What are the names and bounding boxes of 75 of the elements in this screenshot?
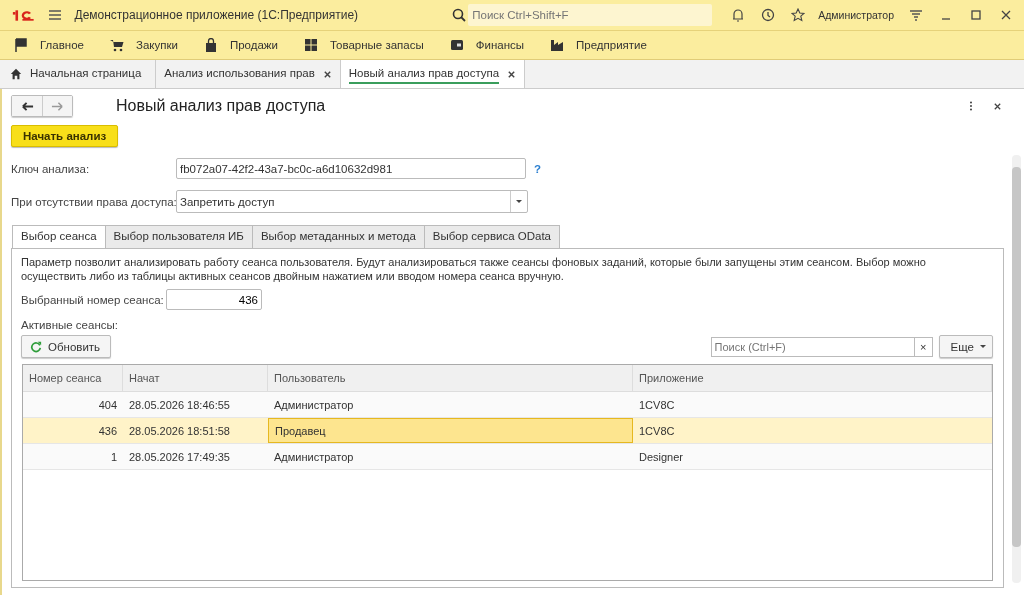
history-icon[interactable] xyxy=(761,8,776,22)
table-cell-text: 28.05.2026 18:51:58 xyxy=(128,423,231,439)
table-cell-text: 1CV8C xyxy=(638,397,676,413)
field-label: При отсутствии права доступа: xyxy=(11,195,176,208)
table-cell-text: Администратор xyxy=(273,449,355,465)
table-cell-text: 1CV8C xyxy=(638,423,676,439)
maximize-icon[interactable] xyxy=(969,8,983,22)
star-icon[interactable] xyxy=(791,8,806,22)
grid-icon xyxy=(303,38,318,52)
table-cell: Продавец xyxy=(268,418,633,443)
settings-menu-icon[interactable] xyxy=(909,8,923,22)
table-cell-text: 436 xyxy=(97,423,118,439)
table-cell-text: Администратор xyxy=(273,397,355,413)
table-row[interactable]: 1 28.05.2026 17:49:35 Администратор Designer xyxy=(23,444,992,470)
section-link[interactable]: Товарные запасы xyxy=(329,39,424,51)
section-link[interactable]: Продажи xyxy=(229,39,278,51)
table-cell-text: 28.05.2026 17:49:35 xyxy=(128,449,231,465)
table-row[interactable]: 404 28.05.2026 18:46:55 Администратор 1CV8C xyxy=(23,392,992,418)
logo-icon xyxy=(12,8,35,22)
help-link[interactable]: ? xyxy=(534,162,542,175)
clear-button[interactable]: × xyxy=(914,336,933,357)
search-field[interactable]: Поиск Ctrl+Shift+F xyxy=(468,4,713,26)
dropdown-icon xyxy=(516,200,522,203)
cart-icon xyxy=(109,38,124,52)
table-search-field[interactable]: Поиск (Ctrl+F) xyxy=(710,336,915,357)
session-number-field[interactable]: 436 xyxy=(166,289,262,310)
back-button[interactable] xyxy=(12,96,42,116)
user-name[interactable]: Администратор xyxy=(818,9,894,21)
form-title: Новый анализ прав доступа xyxy=(116,97,326,115)
dropdown-icon xyxy=(980,345,986,348)
form-tab[interactable]: Выбор метаданных и метода xyxy=(252,225,425,249)
access-dropdown[interactable]: Запретить доступ xyxy=(176,190,528,213)
column-header[interactable]: Начат xyxy=(123,365,268,391)
open-tab[interactable]: Новый анализ прав доступа xyxy=(340,60,526,88)
section-link[interactable]: Предприятие xyxy=(576,39,647,51)
section-label: Активные сеансы: xyxy=(21,319,119,331)
table-cell-text: 28.05.2026 18:46:55 xyxy=(128,397,231,413)
key-field[interactable]: fb072a07-42f2-43a7-bc0c-a6d10632d981 xyxy=(176,158,526,179)
form-tab[interactable]: Выбор сеанса xyxy=(12,225,106,249)
bell-icon[interactable] xyxy=(731,8,746,22)
close-icon[interactable] xyxy=(507,69,517,79)
bag-icon xyxy=(203,38,218,52)
section-link[interactable]: Закупки xyxy=(135,39,178,51)
field-label: Ключ анализа: xyxy=(11,162,91,175)
open-tab[interactable]: Анализ использования прав xyxy=(156,60,341,88)
wallet-icon xyxy=(449,38,464,52)
table-cell-text: 404 xyxy=(97,397,118,413)
section-link[interactable]: Финансы xyxy=(475,39,524,51)
refresh-button[interactable]: Обновить xyxy=(21,335,112,358)
refresh-icon xyxy=(30,340,42,353)
field-label: Выбранный номер сеанса: xyxy=(21,293,165,306)
form-tab[interactable]: Выбор пользователя ИБ xyxy=(105,225,253,249)
column-header[interactable]: Номер сеанса xyxy=(23,365,123,391)
close-icon[interactable] xyxy=(999,8,1013,22)
close-icon[interactable] xyxy=(993,101,1002,111)
table-row[interactable]: 436 28.05.2026 18:51:58 Продавец 1CV8C xyxy=(23,418,992,444)
factory-icon xyxy=(550,38,564,52)
more-button[interactable]: Еще xyxy=(938,335,993,358)
close-icon[interactable] xyxy=(322,69,332,79)
window-title: Демонстрационное приложение (1С:Предприятие) xyxy=(74,8,360,22)
start-analysis-button[interactable]: Начать анализ xyxy=(11,125,119,147)
open-tab[interactable]: Начальная страница xyxy=(0,60,157,88)
table-cell-text: Designer xyxy=(638,449,685,465)
home-icon xyxy=(10,68,22,80)
more-icon[interactable] xyxy=(969,100,973,112)
scrollbar[interactable] xyxy=(1012,155,1021,583)
search-icon[interactable] xyxy=(452,8,467,22)
form-tab[interactable]: Выбор сервиса OData xyxy=(424,225,560,249)
description-text: Параметр позволит анализировать работу сеанса пользователя. Будут анализироваться также сеансы фоновых заданий, которые были запущены этим сеансом. Выбор можно осуществить либо из таблицы активных сеансов двойным нажатием или вводом номера сеанса вручную. xyxy=(21,255,927,283)
section-link[interactable]: Главное xyxy=(40,39,84,51)
column-header[interactable]: Приложение xyxy=(633,365,992,391)
flag-icon xyxy=(14,38,28,52)
table-cell-text: 1 xyxy=(109,449,118,465)
column-header[interactable]: Пользователь xyxy=(268,365,633,391)
menu-icon[interactable] xyxy=(47,8,62,22)
